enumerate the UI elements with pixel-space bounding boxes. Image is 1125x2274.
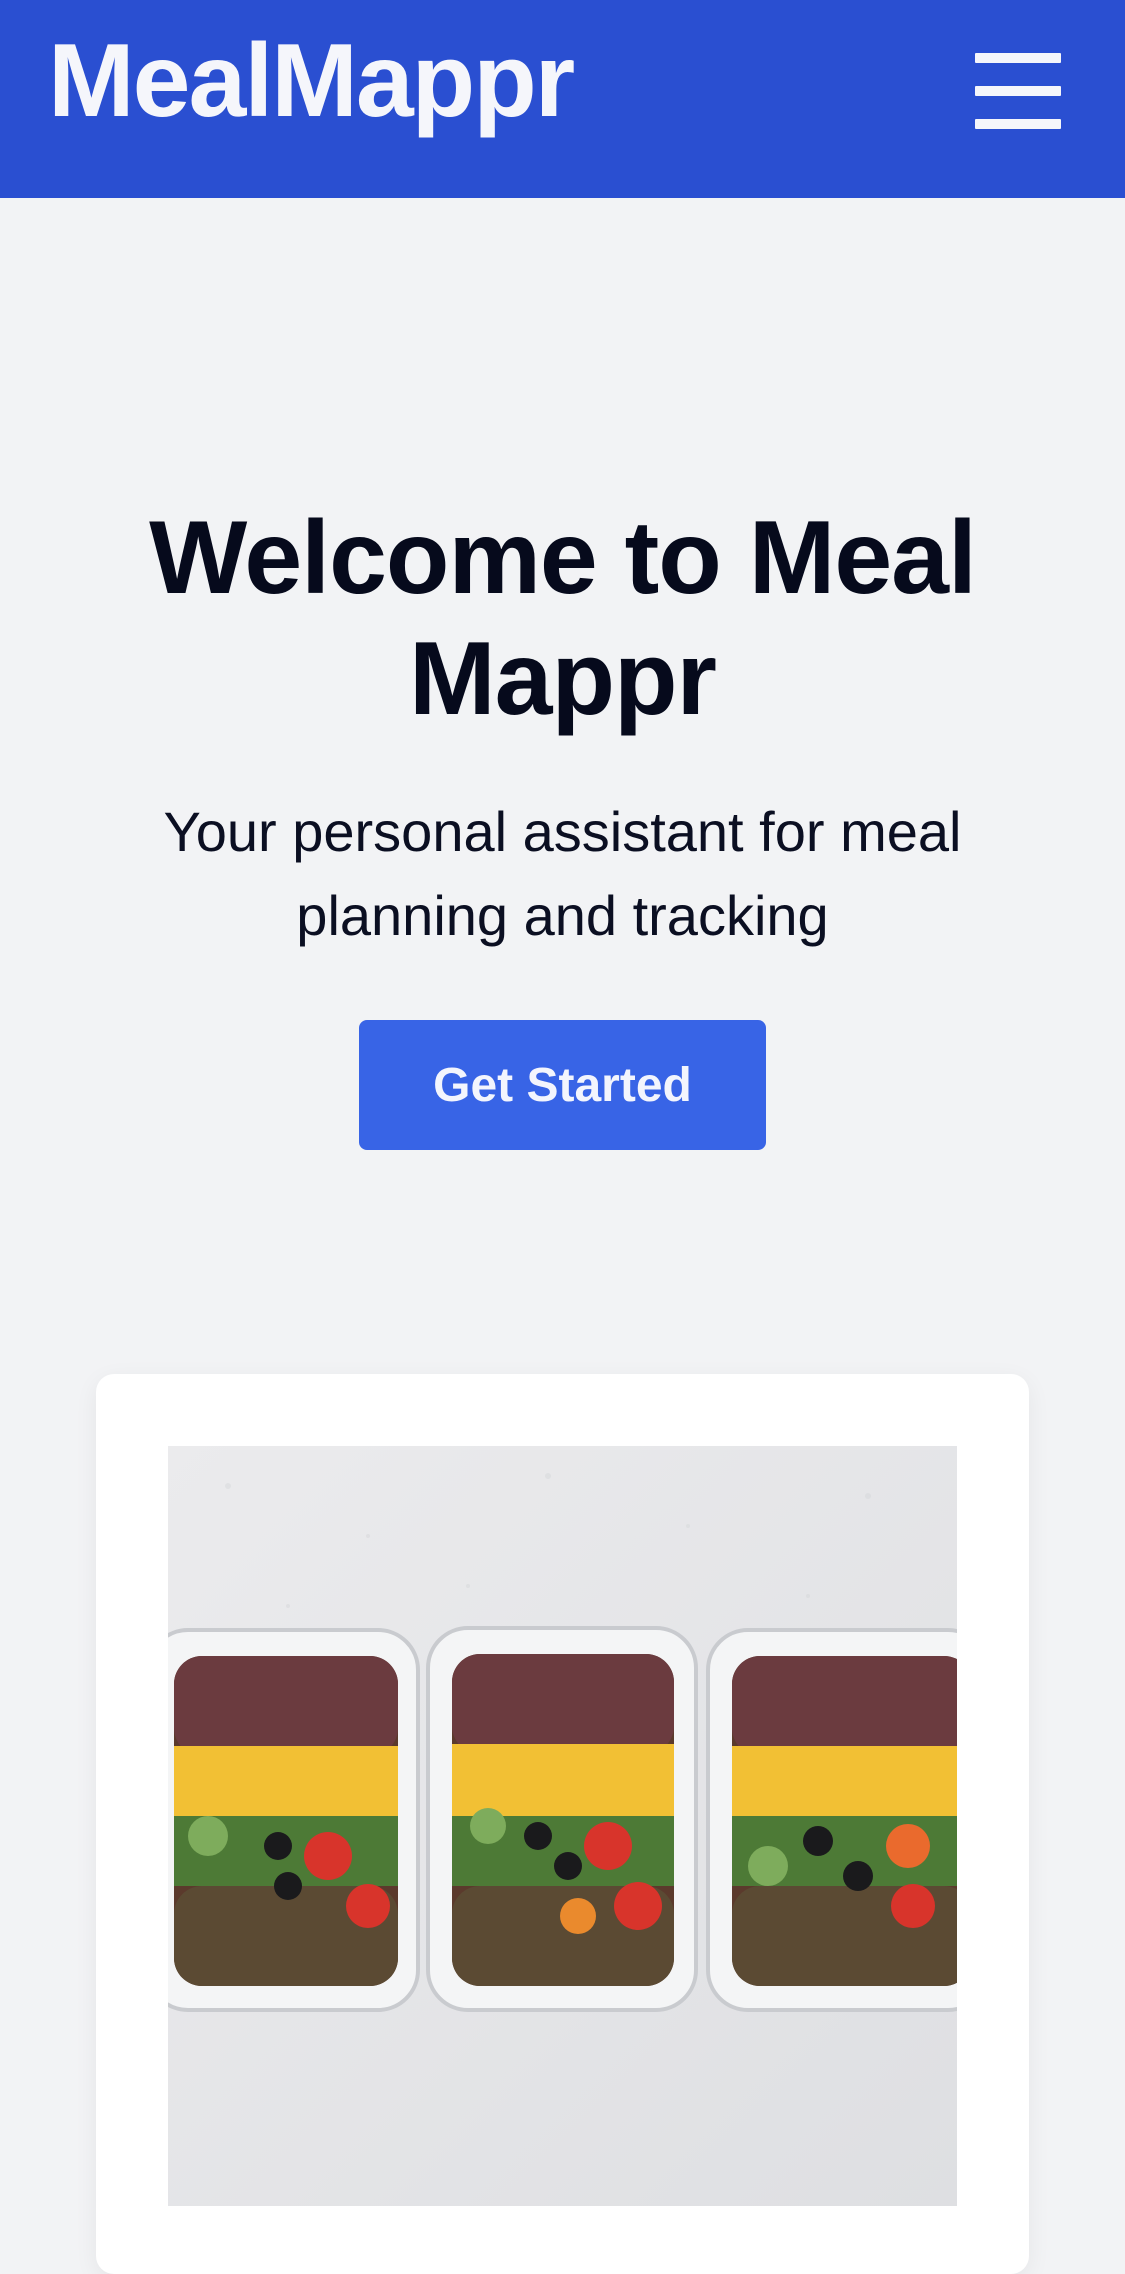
container-1 <box>168 1628 420 2012</box>
container-2 <box>426 1626 698 2012</box>
meal-prep-illustration <box>168 1446 957 2206</box>
hamburger-menu-icon[interactable] <box>975 53 1061 129</box>
app-header: MealMappr <box>0 0 1125 198</box>
brand-logo[interactable]: MealMappr <box>48 29 575 133</box>
container-3 <box>706 1628 957 2012</box>
feature-card <box>96 1374 1029 2274</box>
menu-bar-top <box>975 53 1061 63</box>
hero-title: Welcome to Meal Mappr <box>149 500 977 737</box>
meal-prep-photo <box>168 1446 957 2206</box>
menu-bar-middle <box>975 86 1061 96</box>
menu-bar-bottom <box>975 119 1061 129</box>
hero-subtitle: Your personal assistant for meal plannin… <box>163 800 962 947</box>
get-started-button[interactable]: Get Started <box>359 1020 766 1150</box>
